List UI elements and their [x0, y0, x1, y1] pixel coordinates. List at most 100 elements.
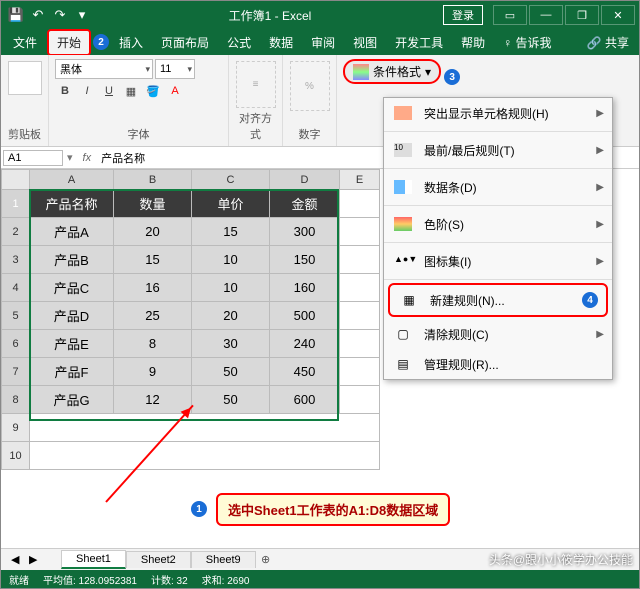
cell[interactable]: 金额: [270, 190, 340, 218]
grid[interactable]: A B C D E 1 产品名称 数量 单价 金额 2产品A2015300 3产…: [1, 169, 380, 470]
fill-color-button[interactable]: 🪣: [143, 81, 163, 101]
cell[interactable]: 25: [114, 302, 192, 330]
conditional-format-button[interactable]: 条件格式 ▾: [343, 59, 441, 84]
col-header-C[interactable]: C: [192, 170, 270, 190]
cell[interactable]: 450: [270, 358, 340, 386]
cell[interactable]: [30, 442, 380, 470]
number-placeholder[interactable]: %: [290, 61, 330, 111]
cell[interactable]: [340, 330, 380, 358]
border-button[interactable]: ▦: [121, 81, 141, 101]
row-header-2[interactable]: 2: [2, 218, 30, 246]
cell[interactable]: 15: [114, 246, 192, 274]
tab-tellme[interactable]: ♀ 告诉我: [495, 31, 559, 54]
menu-data-bars[interactable]: 数据条(D) ▶: [384, 172, 612, 202]
sheet-nav-next[interactable]: ▶: [29, 553, 37, 566]
new-sheet-button[interactable]: ⊕: [256, 553, 276, 566]
cell[interactable]: [340, 274, 380, 302]
cell[interactable]: 产品名称: [30, 190, 114, 218]
save-icon[interactable]: 💾: [7, 6, 25, 24]
tab-file[interactable]: 文件: [5, 31, 45, 54]
cell[interactable]: 10: [192, 274, 270, 302]
row-header-7[interactable]: 7: [2, 358, 30, 386]
underline-button[interactable]: U: [99, 81, 119, 101]
minimize-button[interactable]: —: [529, 5, 563, 25]
sheet-nav-prev[interactable]: ◀: [11, 553, 19, 566]
row-header-6[interactable]: 6: [2, 330, 30, 358]
tab-insert[interactable]: 插入: [111, 31, 151, 54]
tab-home[interactable]: 开始: [47, 29, 91, 56]
cell[interactable]: 产品C: [30, 274, 114, 302]
cell[interactable]: 产品B: [30, 246, 114, 274]
cell[interactable]: [30, 414, 380, 442]
cell[interactable]: 产品G: [30, 386, 114, 414]
font-color-button[interactable]: A: [165, 81, 185, 101]
paste-button[interactable]: [8, 61, 42, 95]
cell[interactable]: 150: [270, 246, 340, 274]
cell[interactable]: 50: [192, 358, 270, 386]
cell[interactable]: 9: [114, 358, 192, 386]
menu-color-scales[interactable]: 色阶(S) ▶: [384, 209, 612, 239]
fx-icon[interactable]: fx: [77, 152, 98, 164]
cell[interactable]: 8: [114, 330, 192, 358]
cell[interactable]: 单价: [192, 190, 270, 218]
cell[interactable]: 产品F: [30, 358, 114, 386]
cell[interactable]: [340, 218, 380, 246]
ribbon-options-button[interactable]: ▭: [493, 5, 527, 25]
tab-help[interactable]: 帮助: [453, 31, 493, 54]
cell[interactable]: 240: [270, 330, 340, 358]
tab-layout[interactable]: 页面布局: [153, 31, 217, 54]
col-header-E[interactable]: E: [340, 170, 380, 190]
undo-icon[interactable]: ↶: [29, 6, 47, 24]
cell[interactable]: 产品A: [30, 218, 114, 246]
row-header-3[interactable]: 3: [2, 246, 30, 274]
cell[interactable]: 10: [192, 246, 270, 274]
maximize-button[interactable]: ❐: [565, 5, 599, 25]
cell[interactable]: 15: [192, 218, 270, 246]
cell[interactable]: 20: [114, 218, 192, 246]
menu-icon-sets[interactable]: ▲●▼ 图标集(I) ▶: [384, 246, 612, 276]
bold-button[interactable]: B: [55, 81, 75, 101]
select-all-corner[interactable]: [2, 170, 30, 190]
cell[interactable]: [340, 386, 380, 414]
cell[interactable]: 500: [270, 302, 340, 330]
tab-review[interactable]: 审阅: [303, 31, 343, 54]
cell[interactable]: 12: [114, 386, 192, 414]
cell[interactable]: [340, 358, 380, 386]
menu-clear-rules[interactable]: ▢ 清除规则(C) ▶: [384, 319, 612, 349]
tab-dev[interactable]: 开发工具: [387, 31, 451, 54]
cell[interactable]: [340, 302, 380, 330]
col-header-B[interactable]: B: [114, 170, 192, 190]
row-header-10[interactable]: 10: [2, 442, 30, 470]
cell[interactable]: 50: [192, 386, 270, 414]
formula-input[interactable]: 产品名称: [97, 150, 149, 166]
tab-data[interactable]: 数据: [261, 31, 301, 54]
cell[interactable]: 产品D: [30, 302, 114, 330]
cell[interactable]: [340, 246, 380, 274]
sheet-tab-9[interactable]: Sheet9: [191, 551, 256, 568]
menu-new-rule[interactable]: ▦ 新建规则(N)... 4: [388, 283, 608, 317]
sheet-tab-1[interactable]: Sheet1: [61, 550, 126, 569]
cell[interactable]: 20: [192, 302, 270, 330]
row-header-8[interactable]: 8: [2, 386, 30, 414]
row-header-1[interactable]: 1: [2, 190, 30, 218]
close-button[interactable]: ✕: [601, 5, 635, 25]
sheet-tab-2[interactable]: Sheet2: [126, 551, 191, 568]
alignment-placeholder[interactable]: ≡: [236, 61, 276, 108]
menu-highlight-rules[interactable]: 突出显示单元格规则(H) ▶: [384, 98, 612, 128]
cell[interactable]: 产品E: [30, 330, 114, 358]
name-box[interactable]: A1: [3, 150, 63, 166]
cell[interactable]: 300: [270, 218, 340, 246]
tab-view[interactable]: 视图: [345, 31, 385, 54]
qat-more-icon[interactable]: ▾: [73, 6, 91, 24]
tab-formulas[interactable]: 公式: [219, 31, 259, 54]
login-button[interactable]: 登录: [443, 5, 483, 25]
cell[interactable]: 16: [114, 274, 192, 302]
menu-manage-rules[interactable]: ▤ 管理规则(R)...: [384, 349, 612, 379]
menu-top-bottom-rules[interactable]: 10 最前/最后规则(T) ▶: [384, 135, 612, 165]
name-box-dropdown-icon[interactable]: ▾: [63, 151, 77, 164]
cell[interactable]: [340, 190, 380, 218]
row-header-4[interactable]: 4: [2, 274, 30, 302]
col-header-A[interactable]: A: [30, 170, 114, 190]
font-name-combo[interactable]: 黑体: [55, 59, 153, 79]
cell[interactable]: 160: [270, 274, 340, 302]
